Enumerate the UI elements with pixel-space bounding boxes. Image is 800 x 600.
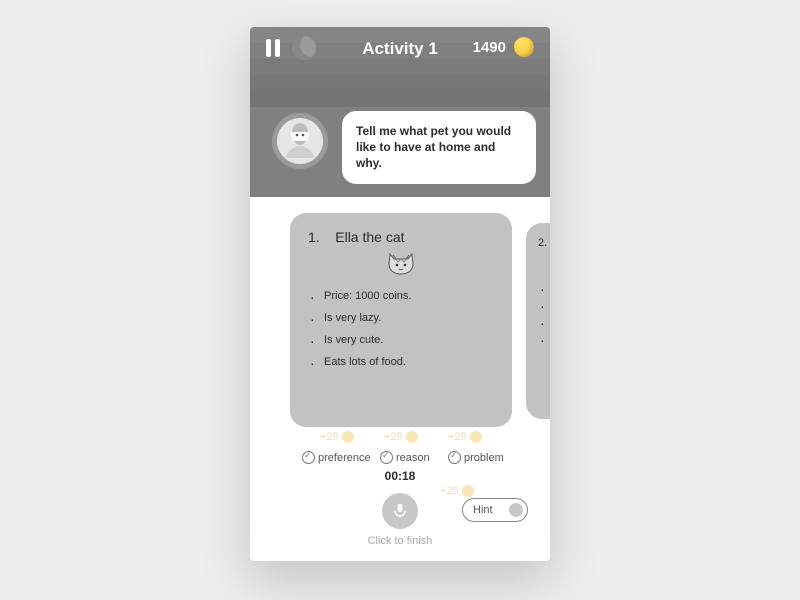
coin-icon	[514, 37, 534, 57]
mic-icon	[392, 503, 408, 519]
bonus-extra: +25	[440, 485, 474, 497]
hint-label: Hint	[473, 504, 493, 516]
check-reason: reason	[380, 451, 430, 464]
check-preference: preference	[302, 451, 371, 464]
header: Activity 1 1490 Tell me what pet you wou…	[250, 27, 550, 197]
hint-toggle[interactable]: Hint	[462, 498, 528, 522]
coin-icon	[470, 431, 482, 443]
pet-card-1[interactable]: 1. Ella the cat Price: 1000 coins. Is ve…	[290, 213, 512, 427]
card-title: Ella the cat	[335, 229, 404, 245]
check-icon	[448, 451, 461, 464]
card-num: 1.	[308, 229, 320, 245]
coin-icon	[406, 431, 418, 443]
cat-icon	[386, 251, 416, 277]
prompt-bubble: Tell me what pet you would like to have …	[342, 111, 536, 184]
check-problem: problem	[448, 451, 504, 464]
bonus-row: +25 +25 +25	[250, 431, 550, 453]
coin-icon	[342, 431, 354, 443]
mic-button[interactable]	[382, 493, 418, 529]
check-icon	[302, 451, 315, 464]
card-bullets: Price: 1000 coins. Is very lazy. Is very…	[308, 285, 494, 373]
finish-label[interactable]: Click to finish	[250, 535, 550, 547]
cards-carousel[interactable]: 1. Ella the cat Price: 1000 coins. Is ve…	[250, 213, 550, 443]
check-icon	[380, 451, 393, 464]
app-screen: Activity 1 1490 Tell me what pet you wou…	[250, 27, 550, 561]
card-num: 2.	[538, 237, 550, 249]
criteria-row: preference reason problem	[250, 451, 550, 471]
timer: 00:18	[250, 469, 550, 483]
toggle-knob	[509, 503, 523, 517]
tutor-avatar	[272, 113, 328, 169]
card-bullets: Pri Nee Eat (in Is v	[538, 277, 550, 345]
coin-icon	[462, 485, 474, 497]
score-value: 1490	[473, 39, 506, 56]
pet-card-2[interactable]: 2. Pri Nee Eat (in Is v	[526, 223, 550, 419]
